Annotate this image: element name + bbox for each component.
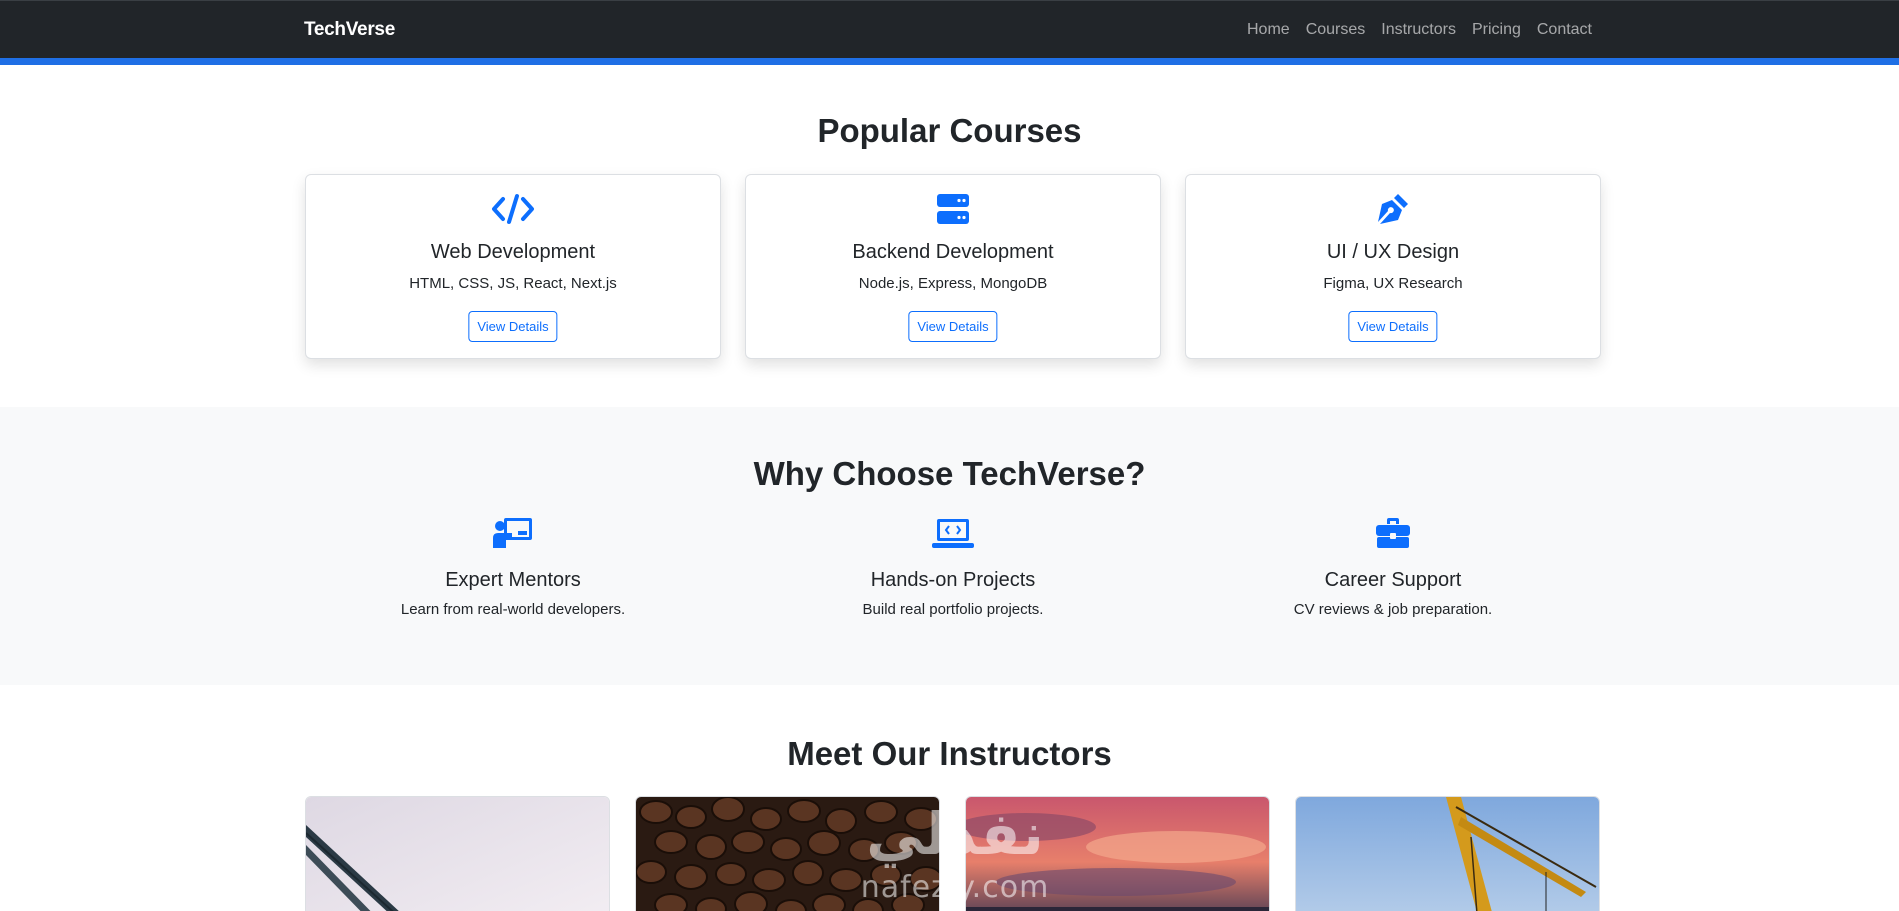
server-icon <box>746 189 1160 229</box>
brand-logo[interactable]: TechVerse <box>304 19 395 41</box>
courses-section-title: Popular Courses <box>817 112 1082 149</box>
why-item-career-support: Career Support CV reviews & job preparat… <box>1185 515 1601 618</box>
course-subtitle: HTML, CSS, JS, React, Next.js <box>409 275 617 292</box>
why-item-title: Expert Mentors <box>445 569 581 591</box>
person-chalkboard-icon <box>305 515 721 551</box>
why-item-description: Learn from real-world developers. <box>400 601 626 618</box>
view-details-button[interactable]: View Details <box>908 311 998 342</box>
course-title: UI / UX Design <box>1326 241 1460 263</box>
course-title: Backend Development <box>852 241 1054 263</box>
why-item-hands-on-projects: Hands-on Projects Build real portfolio p… <box>745 515 1161 618</box>
course-card-web-development: Web Development HTML, CSS, JS, React, Ne… <box>305 174 721 359</box>
course-card-backend-development: Backend Development Node.js, Express, Mo… <box>745 174 1161 359</box>
nav-link-courses[interactable]: Courses <box>1306 21 1366 39</box>
instructor-card-4[interactable] <box>1295 796 1600 911</box>
code-icon <box>306 189 720 229</box>
nav-link-instructors[interactable]: Instructors <box>1381 21 1456 39</box>
why-section-title: Why Choose TechVerse? <box>753 455 1146 492</box>
laptop-code-icon <box>745 515 1161 551</box>
instructors-section-title: Meet Our Instructors <box>787 735 1112 772</box>
course-card-ui-ux-design: UI / UX Design Figma, UX Research View D… <box>1185 174 1601 359</box>
briefcase-icon <box>1185 515 1601 551</box>
course-subtitle: Figma, UX Research <box>1323 275 1463 292</box>
why-item-title: Career Support <box>1324 569 1462 591</box>
view-details-button[interactable]: View Details <box>1348 311 1438 342</box>
why-item-description: CV reviews & job preparation. <box>1293 601 1493 618</box>
pen-nib-icon <box>1186 189 1600 229</box>
watermark-arabic-text: نفذلي <box>866 800 1044 868</box>
instructor-card-1[interactable] <box>305 796 610 911</box>
why-item-expert-mentors: Expert Mentors Learn from real-world dev… <box>305 515 721 618</box>
course-title: Web Development <box>430 241 596 263</box>
watermark-logo: نفذلي nafezly.com <box>840 800 1070 911</box>
navbar-accent-bar <box>0 58 1899 65</box>
crane-sky-photo <box>1296 797 1599 911</box>
course-subtitle: Node.js, Express, MongoDB <box>858 275 1048 292</box>
stadium-roof-photo <box>306 797 609 911</box>
navbar: TechVerse Home Courses Instructors Prici… <box>0 0 1899 65</box>
nav-links: Home Courses Instructors Pricing Contact <box>1247 21 1592 39</box>
why-item-title: Hands-on Projects <box>870 569 1036 591</box>
why-item-description: Build real portfolio projects. <box>862 601 1044 618</box>
view-details-button[interactable]: View Details <box>468 311 558 342</box>
nav-link-pricing[interactable]: Pricing <box>1472 21 1521 39</box>
nav-link-home[interactable]: Home <box>1247 21 1290 39</box>
nav-link-contact[interactable]: Contact <box>1537 21 1592 39</box>
watermark-domain-text: nafezly.com <box>860 870 1050 905</box>
